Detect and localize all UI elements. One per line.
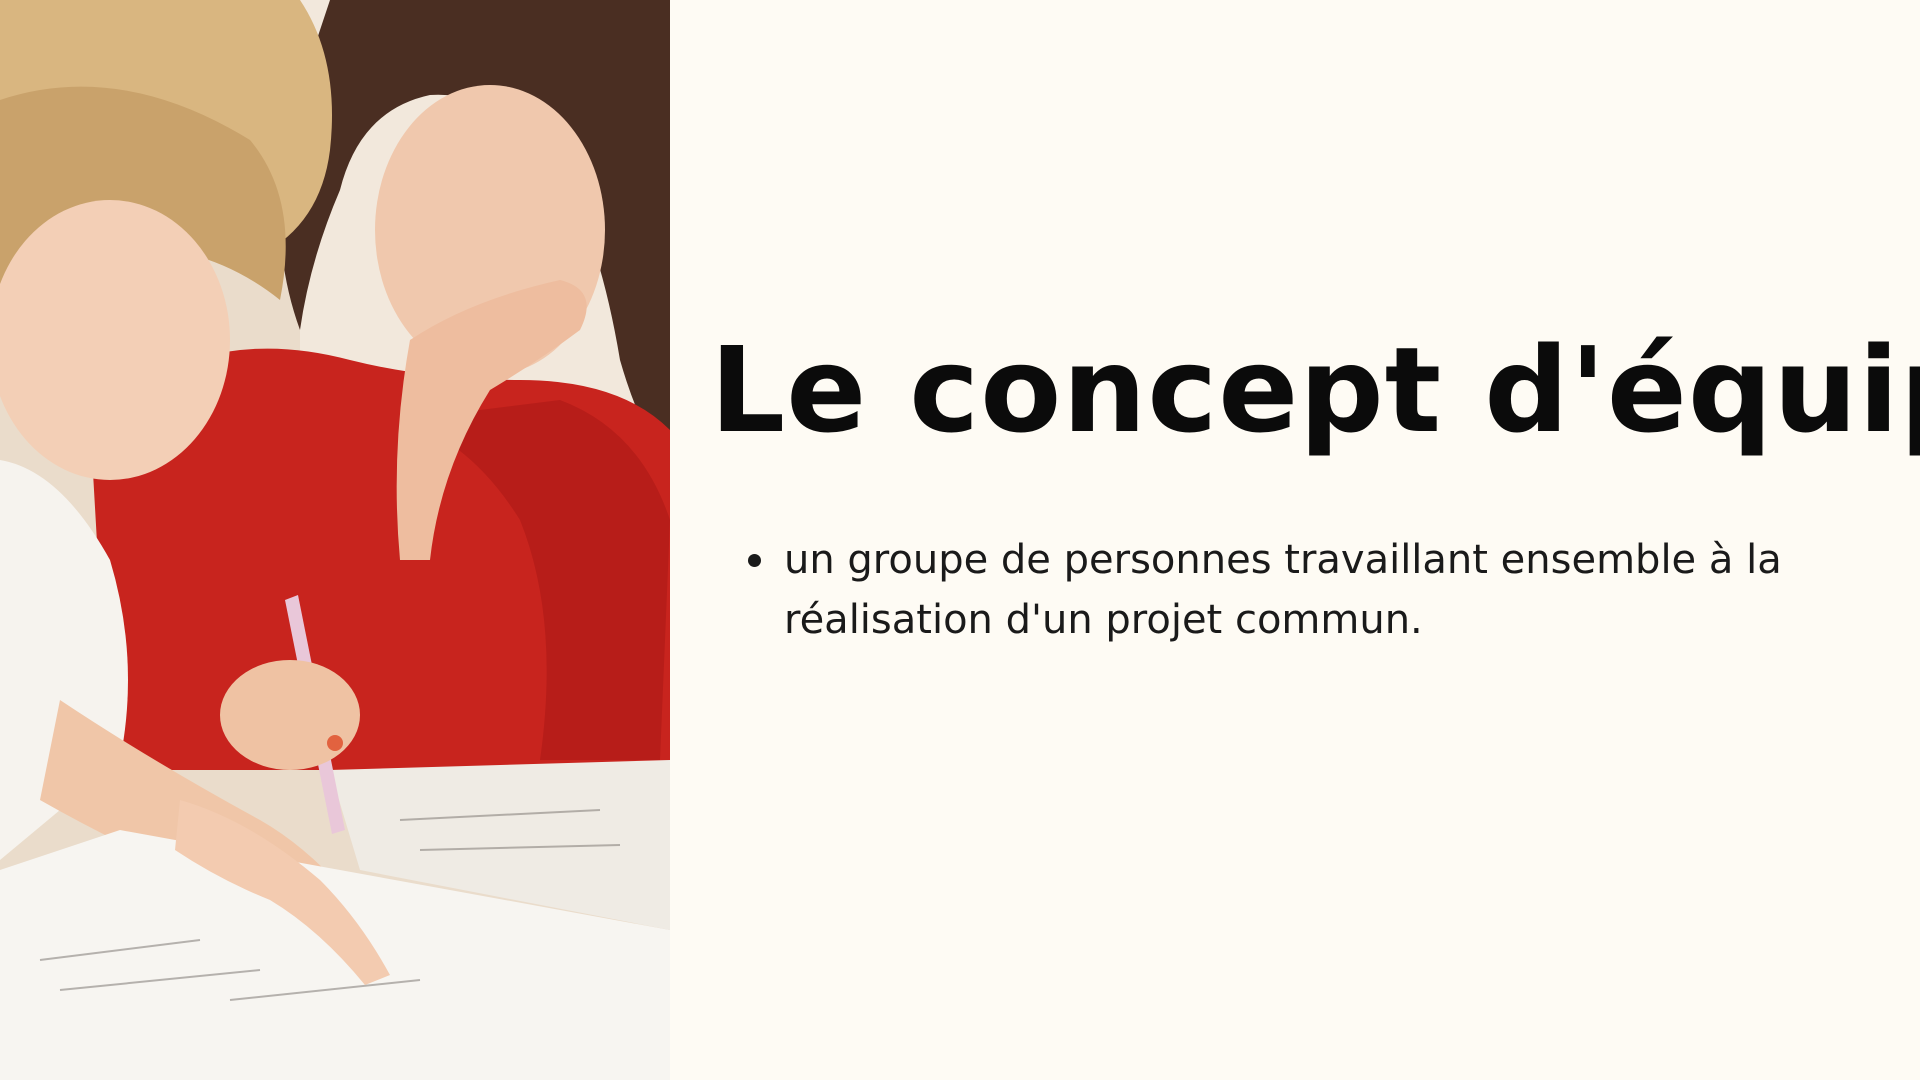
bullet-text: un groupe de personnes travaillant ensem… <box>784 537 1782 643</box>
slide-content: Le concept d'équipe un groupe de personn… <box>710 320 1920 650</box>
bullet-item: un groupe de personnes travaillant ensem… <box>748 530 1824 650</box>
team-photo <box>0 0 670 1080</box>
slide-title: Le concept d'équipe <box>710 321 1920 459</box>
slide: Le concept d'équipe un groupe de personn… <box>0 0 1920 1080</box>
bullet-dot-icon <box>748 554 761 567</box>
two-women-studying-icon <box>0 0 670 1080</box>
bullet-list: un groupe de personnes travaillant ensem… <box>710 530 1824 650</box>
